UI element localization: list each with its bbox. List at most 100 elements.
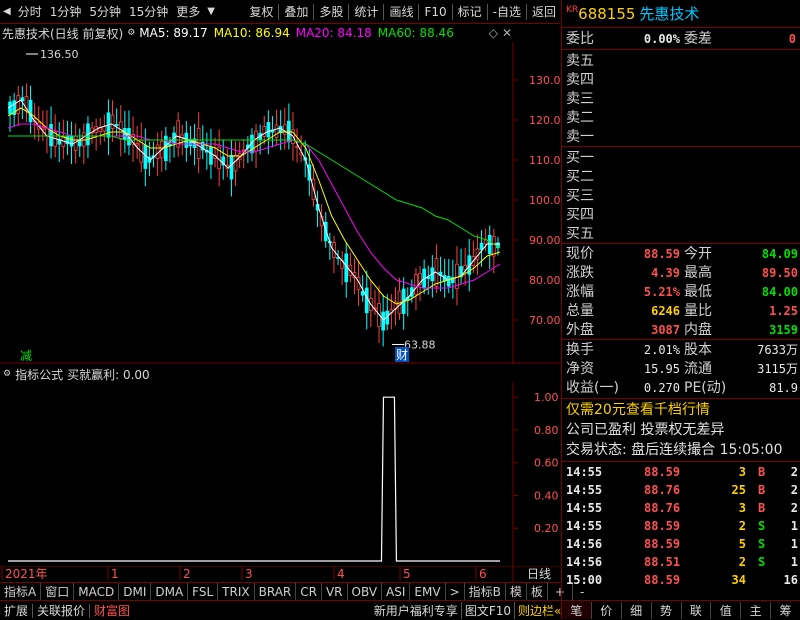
toolbar-1min[interactable]: 1分钟 <box>46 1 86 23</box>
tick-row[interactable]: 14:56 88.51 2 S 1 <box>566 553 798 571</box>
bid-row[interactable]: 买一 <box>566 149 798 167</box>
candle-body <box>266 122 271 138</box>
tick-count: 2 <box>790 465 798 479</box>
toolbar-intraday[interactable]: 分时 <box>14 1 46 23</box>
bid-row[interactable]: 买二 <box>566 168 798 186</box>
toolbar-overlay[interactable]: 叠加 <box>280 1 312 23</box>
status-new-user-promo[interactable]: 新用户福利专享 <box>371 602 461 619</box>
tab-obv[interactable]: OBV <box>348 582 383 601</box>
tab-emv[interactable]: EMV <box>410 582 446 601</box>
reduce-marker[interactable]: 减 <box>20 349 32 363</box>
quote-value: 84.00 <box>761 285 798 299</box>
tick-price: 88.76 <box>644 483 681 497</box>
tab-brar[interactable]: BRAR <box>255 582 297 601</box>
market-badge: KR <box>566 5 579 15</box>
quote-label: 现价 <box>566 246 594 262</box>
settings-gear-icon[interactable]: ⚙ <box>0 369 15 379</box>
toolbar-draw[interactable]: 画线 <box>385 1 417 23</box>
candle-body <box>364 287 369 314</box>
ask-row[interactable]: 卖一 <box>566 128 798 146</box>
panel-tab-trend[interactable]: 势 <box>650 602 681 619</box>
ask-row[interactable]: 卖五 <box>566 52 798 70</box>
tick-row[interactable]: 14:55 88.76 3 B 2 <box>566 499 798 517</box>
panel-tab-ticks[interactable]: 笔 <box>562 602 591 619</box>
bid-row[interactable]: 买四 <box>566 206 798 224</box>
quote-label: 最高 <box>684 265 712 281</box>
tab-template-1[interactable]: 模 <box>506 582 527 601</box>
tick-row[interactable]: 14:55 88.59 2 S 1 <box>566 517 798 535</box>
tab-vr[interactable]: VR <box>322 582 348 601</box>
tick-row[interactable]: 14:55 88.59 3 B 2 <box>566 463 798 481</box>
quote-label: 内盘 <box>684 322 712 338</box>
more-dropdown-icon[interactable]: ▼ <box>204 6 218 17</box>
toolbar-more[interactable]: 更多 <box>172 1 204 23</box>
toolbar-15min[interactable]: 15分钟 <box>125 1 172 23</box>
candle-body <box>16 95 21 114</box>
candle-body <box>262 126 267 137</box>
toolbar-watchlist[interactable]: -自选 <box>489 1 525 23</box>
tab-asi[interactable]: ASI <box>382 582 411 601</box>
settings-gear-icon[interactable]: ⚙ <box>123 28 139 38</box>
tab-macd[interactable]: MACD <box>74 582 120 601</box>
quote-value: 89.50 <box>761 266 798 280</box>
period-label[interactable]: 日线 <box>527 567 551 581</box>
ask-row[interactable]: 卖四 <box>566 71 798 89</box>
toolbar-5min[interactable]: 5分钟 <box>85 1 125 23</box>
tick-row[interactable]: 14:55 88.76 25 B 2 <box>566 481 798 499</box>
bid-row[interactable]: 买五 <box>566 225 798 243</box>
status-expand[interactable]: 扩展 <box>0 602 32 619</box>
panel-tab-value[interactable]: 值 <box>710 602 740 619</box>
tab-dmi[interactable]: DMI <box>119 582 152 601</box>
tab-dma[interactable]: DMA <box>151 582 189 601</box>
weibi-value: 0.00% <box>643 32 680 46</box>
toolbar-divider <box>451 3 453 20</box>
tab-indicator-a[interactable]: 指标A <box>0 582 42 601</box>
toolbar-adjust[interactable]: 复权 <box>245 1 277 23</box>
ma60-label: MA60: 88.46 <box>377 26 454 40</box>
toolbar-multi[interactable]: 多股 <box>315 1 347 23</box>
tab-window[interactable]: 窗口 <box>41 582 75 601</box>
tick-row[interactable]: 14:56 88.59 5 S 1 <box>566 535 798 553</box>
toolbar-stats[interactable]: 统计 <box>350 1 382 23</box>
ask-row[interactable]: 卖二 <box>566 109 798 127</box>
close-icon[interactable]: ✕ <box>502 26 560 40</box>
tick-row[interactable]: 15:00 88.59 34 16 <box>566 571 798 589</box>
panel-tab-price[interactable]: 价 <box>590 602 621 619</box>
status-sidebar-toggle[interactable]: 则边栏« <box>514 602 561 619</box>
status-related-quotes[interactable]: 关联报价 <box>33 602 89 619</box>
tick-side: B <box>758 465 766 479</box>
promo-link[interactable]: 仅需20元查看千档行情 <box>566 401 798 419</box>
collapse-arrow-icon[interactable]: ◀ <box>0 6 14 17</box>
tab-trix[interactable]: TRIX <box>218 582 255 601</box>
tick-count: 1 <box>790 537 798 551</box>
tab-cr[interactable]: CR <box>296 582 322 601</box>
finance-marker[interactable]: 财 <box>396 348 408 362</box>
candle-body <box>49 124 53 147</box>
quote-label: 最低 <box>684 284 712 300</box>
quote-row: 总量 6246 量比 1.25 <box>566 302 798 320</box>
panel-tab-main[interactable]: 主 <box>740 602 770 619</box>
stock-code: 688155 <box>578 5 636 23</box>
ask-row[interactable]: 卖三 <box>566 90 798 108</box>
candle-body <box>446 275 451 287</box>
tab-indicator-b[interactable]: 指标B <box>465 582 506 601</box>
toolbar-back[interactable]: 返回 <box>528 1 560 23</box>
toolbar-mark[interactable]: 标记 <box>454 1 486 23</box>
tick-count: 16 <box>783 573 798 587</box>
status-f10[interactable]: 图文F10 <box>460 602 514 619</box>
kline-chart[interactable]: 130.0 120.0 110.0 100.0 90.00 80.00 70.00 136.… <box>0 42 560 364</box>
tabs-next-arrow[interactable]: > <box>446 582 465 601</box>
tab-fsl[interactable]: FSL <box>188 582 219 601</box>
status-wealth-chart[interactable]: 财富图 <box>90 602 134 619</box>
toolbar-f10[interactable]: F10 <box>420 1 450 23</box>
panel-tab-detail[interactable]: 细 <box>620 602 651 619</box>
candle-body <box>233 154 238 172</box>
bid-row[interactable]: 买三 <box>566 187 798 205</box>
tab-template-2[interactable]: 板 <box>527 582 548 601</box>
diamond-icon[interactable]: ◇ <box>489 26 502 40</box>
panel-tab-chips[interactable]: 筹 <box>770 602 800 619</box>
fundamental-label: 股本 <box>684 342 712 358</box>
panel-tab-linked[interactable]: 联 <box>680 602 711 619</box>
indicator-chart[interactable]: 1.00 0.80 0.60 0.40 0.20 <box>0 383 560 566</box>
tick-volume: 3 <box>738 465 746 479</box>
